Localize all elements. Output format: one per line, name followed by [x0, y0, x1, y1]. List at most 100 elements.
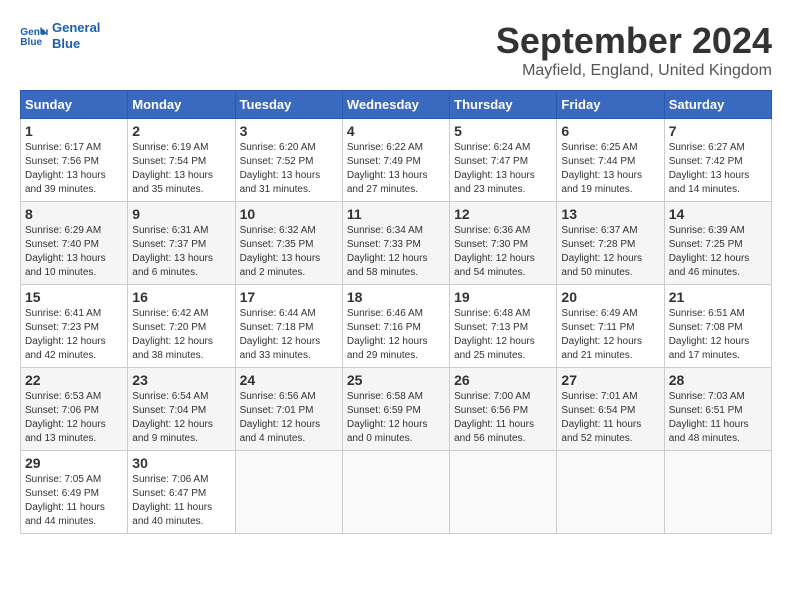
table-row: 8 Sunrise: 6:29 AM Sunset: 7:40 PM Dayli…: [21, 202, 128, 285]
header-saturday: Saturday: [664, 91, 771, 119]
day-number: 18: [347, 289, 445, 305]
table-row: 3 Sunrise: 6:20 AM Sunset: 7:52 PM Dayli…: [235, 119, 342, 202]
day-number: 8: [25, 206, 123, 222]
day-info: Sunrise: 6:51 AM Sunset: 7:08 PM Dayligh…: [669, 307, 767, 363]
table-row: 18 Sunrise: 6:46 AM Sunset: 7:16 PM Dayl…: [342, 285, 449, 368]
table-row: 1 Sunrise: 6:17 AM Sunset: 7:56 PM Dayli…: [21, 119, 128, 202]
table-row: 10 Sunrise: 6:32 AM Sunset: 7:35 PM Dayl…: [235, 202, 342, 285]
day-info: Sunrise: 6:24 AM Sunset: 7:47 PM Dayligh…: [454, 141, 552, 197]
day-info: Sunrise: 6:31 AM Sunset: 7:37 PM Dayligh…: [132, 224, 230, 280]
table-row: 27 Sunrise: 7:01 AM Sunset: 6:54 PM Dayl…: [557, 368, 664, 451]
day-info: Sunrise: 6:49 AM Sunset: 7:11 PM Dayligh…: [561, 307, 659, 363]
table-row: 23 Sunrise: 6:54 AM Sunset: 7:04 PM Dayl…: [128, 368, 235, 451]
table-row: [342, 451, 449, 534]
day-info: Sunrise: 6:27 AM Sunset: 7:42 PM Dayligh…: [669, 141, 767, 197]
table-row: 12 Sunrise: 6:36 AM Sunset: 7:30 PM Dayl…: [450, 202, 557, 285]
table-row: 13 Sunrise: 6:37 AM Sunset: 7:28 PM Dayl…: [557, 202, 664, 285]
day-info: Sunrise: 6:22 AM Sunset: 7:49 PM Dayligh…: [347, 141, 445, 197]
day-info: Sunrise: 6:37 AM Sunset: 7:28 PM Dayligh…: [561, 224, 659, 280]
day-number: 10: [240, 206, 338, 222]
logo-line2: Blue: [52, 36, 100, 52]
table-row: 21 Sunrise: 6:51 AM Sunset: 7:08 PM Dayl…: [664, 285, 771, 368]
table-row: 28 Sunrise: 7:03 AM Sunset: 6:51 PM Dayl…: [664, 368, 771, 451]
table-row: [557, 451, 664, 534]
day-number: 23: [132, 372, 230, 388]
header-sunday: Sunday: [21, 91, 128, 119]
svg-text:Blue: Blue: [20, 37, 42, 47]
table-row: 16 Sunrise: 6:42 AM Sunset: 7:20 PM Dayl…: [128, 285, 235, 368]
day-number: 20: [561, 289, 659, 305]
day-info: Sunrise: 6:44 AM Sunset: 7:18 PM Dayligh…: [240, 307, 338, 363]
day-info: Sunrise: 6:54 AM Sunset: 7:04 PM Dayligh…: [132, 390, 230, 446]
calendar-row: 29 Sunrise: 7:05 AM Sunset: 6:49 PM Dayl…: [21, 451, 772, 534]
table-row: [664, 451, 771, 534]
header-wednesday: Wednesday: [342, 91, 449, 119]
table-row: 19 Sunrise: 6:48 AM Sunset: 7:13 PM Dayl…: [450, 285, 557, 368]
day-info: Sunrise: 6:17 AM Sunset: 7:56 PM Dayligh…: [25, 141, 123, 197]
day-info: Sunrise: 6:41 AM Sunset: 7:23 PM Dayligh…: [25, 307, 123, 363]
header-friday: Friday: [557, 91, 664, 119]
header-thursday: Thursday: [450, 91, 557, 119]
day-number: 11: [347, 206, 445, 222]
day-info: Sunrise: 7:00 AM Sunset: 6:56 PM Dayligh…: [454, 390, 552, 446]
calendar-row: 15 Sunrise: 6:41 AM Sunset: 7:23 PM Dayl…: [21, 285, 772, 368]
day-number: 1: [25, 123, 123, 139]
table-row: 5 Sunrise: 6:24 AM Sunset: 7:47 PM Dayli…: [450, 119, 557, 202]
table-row: 9 Sunrise: 6:31 AM Sunset: 7:37 PM Dayli…: [128, 202, 235, 285]
calendar-row: 1 Sunrise: 6:17 AM Sunset: 7:56 PM Dayli…: [21, 119, 772, 202]
day-number: 25: [347, 372, 445, 388]
calendar-row: 8 Sunrise: 6:29 AM Sunset: 7:40 PM Dayli…: [21, 202, 772, 285]
day-info: Sunrise: 6:48 AM Sunset: 7:13 PM Dayligh…: [454, 307, 552, 363]
day-info: Sunrise: 6:20 AM Sunset: 7:52 PM Dayligh…: [240, 141, 338, 197]
table-row: 22 Sunrise: 6:53 AM Sunset: 7:06 PM Dayl…: [21, 368, 128, 451]
table-row: 11 Sunrise: 6:34 AM Sunset: 7:33 PM Dayl…: [342, 202, 449, 285]
day-info: Sunrise: 6:53 AM Sunset: 7:06 PM Dayligh…: [25, 390, 123, 446]
table-row: 17 Sunrise: 6:44 AM Sunset: 7:18 PM Dayl…: [235, 285, 342, 368]
header-monday: Monday: [128, 91, 235, 119]
day-info: Sunrise: 7:03 AM Sunset: 6:51 PM Dayligh…: [669, 390, 767, 446]
day-number: 13: [561, 206, 659, 222]
day-info: Sunrise: 6:46 AM Sunset: 7:16 PM Dayligh…: [347, 307, 445, 363]
day-number: 9: [132, 206, 230, 222]
title-section: September 2024 Mayfield, England, United…: [496, 20, 772, 80]
table-row: 14 Sunrise: 6:39 AM Sunset: 7:25 PM Dayl…: [664, 202, 771, 285]
day-number: 21: [669, 289, 767, 305]
day-info: Sunrise: 7:06 AM Sunset: 6:47 PM Dayligh…: [132, 473, 230, 529]
table-row: 25 Sunrise: 6:58 AM Sunset: 6:59 PM Dayl…: [342, 368, 449, 451]
day-number: 15: [25, 289, 123, 305]
day-info: Sunrise: 6:34 AM Sunset: 7:33 PM Dayligh…: [347, 224, 445, 280]
day-number: 3: [240, 123, 338, 139]
table-row: 30 Sunrise: 7:06 AM Sunset: 6:47 PM Dayl…: [128, 451, 235, 534]
day-info: Sunrise: 6:32 AM Sunset: 7:35 PM Dayligh…: [240, 224, 338, 280]
day-number: 28: [669, 372, 767, 388]
table-row: 4 Sunrise: 6:22 AM Sunset: 7:49 PM Dayli…: [342, 119, 449, 202]
table-row: 29 Sunrise: 7:05 AM Sunset: 6:49 PM Dayl…: [21, 451, 128, 534]
day-number: 5: [454, 123, 552, 139]
day-info: Sunrise: 6:19 AM Sunset: 7:54 PM Dayligh…: [132, 141, 230, 197]
day-number: 22: [25, 372, 123, 388]
page-header: General Blue General Blue September 2024…: [20, 20, 772, 80]
day-number: 16: [132, 289, 230, 305]
day-number: 29: [25, 455, 123, 471]
day-number: 19: [454, 289, 552, 305]
day-info: Sunrise: 6:56 AM Sunset: 7:01 PM Dayligh…: [240, 390, 338, 446]
table-row: 26 Sunrise: 7:00 AM Sunset: 6:56 PM Dayl…: [450, 368, 557, 451]
calendar-row: 22 Sunrise: 6:53 AM Sunset: 7:06 PM Dayl…: [21, 368, 772, 451]
table-row: 20 Sunrise: 6:49 AM Sunset: 7:11 PM Dayl…: [557, 285, 664, 368]
calendar-table: Sunday Monday Tuesday Wednesday Thursday…: [20, 90, 772, 534]
day-info: Sunrise: 6:58 AM Sunset: 6:59 PM Dayligh…: [347, 390, 445, 446]
table-row: 7 Sunrise: 6:27 AM Sunset: 7:42 PM Dayli…: [664, 119, 771, 202]
day-info: Sunrise: 7:05 AM Sunset: 6:49 PM Dayligh…: [25, 473, 123, 529]
logo-icon: General Blue: [20, 25, 48, 47]
day-info: Sunrise: 6:36 AM Sunset: 7:30 PM Dayligh…: [454, 224, 552, 280]
day-info: Sunrise: 6:25 AM Sunset: 7:44 PM Dayligh…: [561, 141, 659, 197]
day-number: 2: [132, 123, 230, 139]
table-row: 24 Sunrise: 6:56 AM Sunset: 7:01 PM Dayl…: [235, 368, 342, 451]
month-title: September 2024: [496, 20, 772, 62]
day-info: Sunrise: 6:29 AM Sunset: 7:40 PM Dayligh…: [25, 224, 123, 280]
day-info: Sunrise: 6:42 AM Sunset: 7:20 PM Dayligh…: [132, 307, 230, 363]
day-number: 27: [561, 372, 659, 388]
logo-line1: General: [52, 20, 100, 36]
header-tuesday: Tuesday: [235, 91, 342, 119]
table-row: [235, 451, 342, 534]
